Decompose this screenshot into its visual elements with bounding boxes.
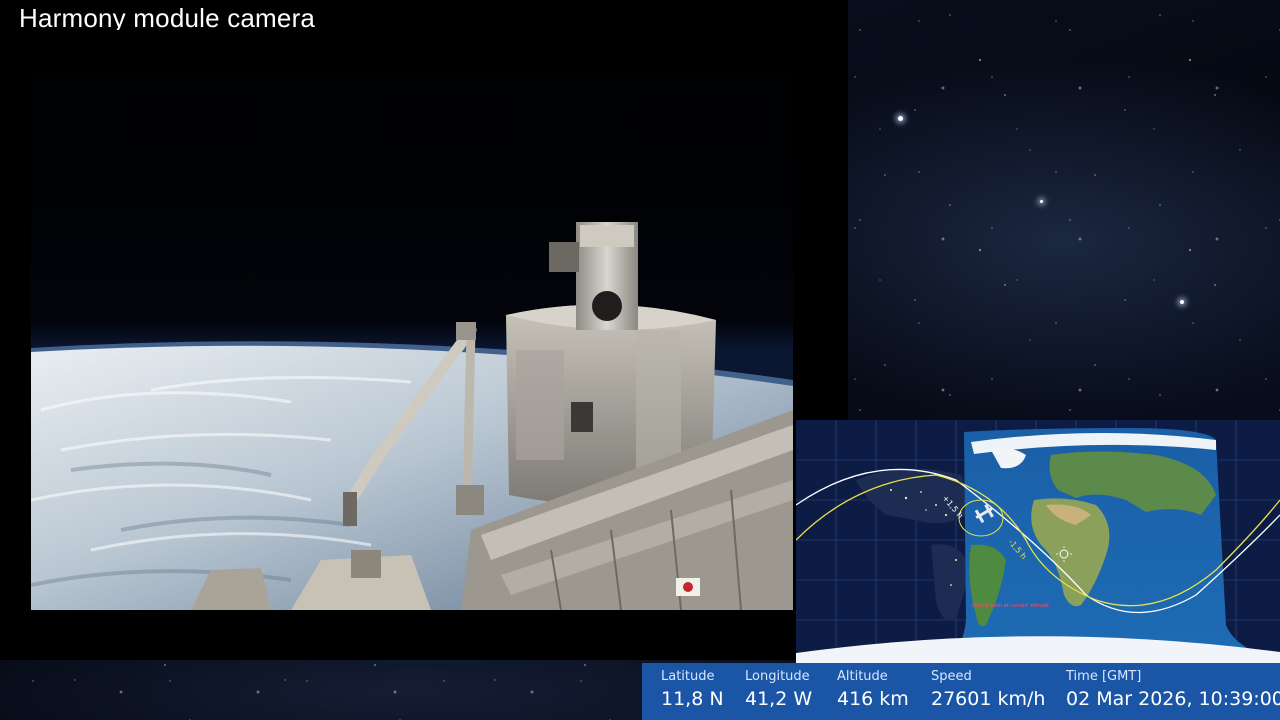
- world-tracking-map[interactable]: +1,5 h -1,5 h Orbital path at current al…: [796, 420, 1280, 663]
- latitude-field: Latitude 11,8 N: [661, 669, 724, 710]
- camera-panel: Harmony module camera: [0, 0, 848, 660]
- bright-star: [1040, 200, 1043, 203]
- time-label: Time [GMT]: [1066, 669, 1142, 684]
- telemetry-bar: Latitude 11,8 N Longitude 41,2 W Altitud…: [642, 663, 1280, 720]
- latitude-value: 11,8 N: [661, 688, 724, 710]
- altitude-value: 416 km: [837, 688, 909, 710]
- speed-field: Speed 27601 km/h: [931, 669, 1045, 710]
- map-footnote: Orbital path at current altitude: [972, 603, 1049, 609]
- time-field: Time [GMT] 02 Mar 2026, 10:39:00: [1066, 669, 1280, 710]
- bright-star: [898, 116, 903, 121]
- time-value: 02 Mar 2026, 10:39:00: [1066, 688, 1280, 710]
- ground-track-map: +1,5 h -1,5 h Orbital path at current al…: [796, 420, 1280, 663]
- bright-star: [1180, 300, 1184, 304]
- altitude-label: Altitude: [837, 669, 888, 684]
- speed-label: Speed: [931, 669, 972, 684]
- latitude-label: Latitude: [661, 669, 715, 684]
- iss-earth-view: [31, 30, 793, 610]
- altitude-field: Altitude 416 km: [837, 669, 909, 710]
- longitude-value: 41,2 W: [745, 688, 813, 710]
- camera-video-feed[interactable]: [31, 30, 793, 610]
- longitude-label: Longitude: [745, 669, 810, 684]
- longitude-field: Longitude 41,2 W: [745, 669, 812, 710]
- speed-value: 27601 km/h: [931, 688, 1046, 710]
